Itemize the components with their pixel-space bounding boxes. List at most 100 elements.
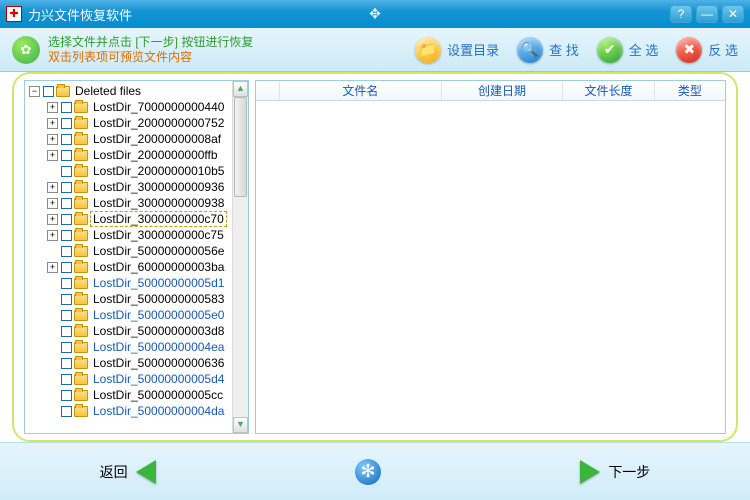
hint-line2: 双击列表项可预览文件内容 — [48, 50, 253, 65]
column-length[interactable]: 文件长度 — [563, 81, 654, 100]
scroll-up-button[interactable]: ▲ — [233, 81, 248, 97]
checkbox[interactable] — [61, 118, 72, 129]
tree-node[interactable]: LostDir_50000000005d1 — [25, 275, 248, 291]
tree-node[interactable]: +LostDir_2000000000ffb — [25, 147, 248, 163]
folder-icon — [74, 326, 88, 337]
folder-icon — [74, 166, 88, 177]
checkbox[interactable] — [61, 278, 72, 289]
expander-icon — [47, 278, 58, 289]
expander-icon[interactable]: − — [29, 86, 40, 97]
tree-node[interactable]: LostDir_5000000000636 — [25, 355, 248, 371]
expander-icon[interactable]: + — [47, 118, 58, 129]
tree-node[interactable]: LostDir_50000000004da — [25, 403, 248, 419]
checkbox[interactable] — [61, 374, 72, 385]
checkbox[interactable] — [61, 134, 72, 145]
tree-node[interactable]: +LostDir_60000000003ba — [25, 259, 248, 275]
checkbox[interactable] — [61, 390, 72, 401]
folder-icon — [74, 246, 88, 257]
back-button[interactable]: 返回 — [100, 460, 156, 484]
minimize-button[interactable]: — — [696, 5, 718, 23]
checkbox[interactable] — [61, 358, 72, 369]
file-list: 文件名 创建日期 文件长度 类型 — [255, 80, 726, 434]
tree-node[interactable]: +LostDir_20000000008af — [25, 131, 248, 147]
checkbox[interactable] — [61, 246, 72, 257]
checkbox[interactable] — [61, 342, 72, 353]
checkbox[interactable] — [61, 102, 72, 113]
checkbox[interactable] — [43, 86, 54, 97]
folder-icon — [74, 134, 88, 145]
tree-node[interactable]: +LostDir_3000000000c75 — [25, 227, 248, 243]
checkbox[interactable] — [61, 326, 72, 337]
folder-icon — [74, 342, 88, 353]
close-button[interactable]: ✕ — [722, 5, 744, 23]
expander-icon[interactable]: + — [47, 102, 58, 113]
folder-icon — [74, 214, 88, 225]
checkbox[interactable] — [61, 166, 72, 177]
checkbox[interactable] — [61, 262, 72, 273]
tree-node[interactable]: + LostDir_7000000000440 — [25, 99, 248, 115]
expander-icon[interactable]: + — [47, 262, 58, 273]
folder-icon — [74, 406, 88, 417]
checkbox[interactable] — [61, 310, 72, 321]
tree-node-label: LostDir_50000000005cc — [91, 388, 225, 402]
hint-icon — [12, 36, 40, 64]
checkbox[interactable] — [61, 214, 72, 225]
tree-node[interactable]: LostDir_50000000005cc — [25, 387, 248, 403]
tree-node[interactable]: +LostDir_3000000000938 — [25, 195, 248, 211]
column-name[interactable]: 文件名 — [280, 81, 442, 100]
checkbox[interactable] — [61, 150, 72, 161]
tree-node-label: LostDir_5000000000636 — [91, 356, 226, 370]
tree-node-label: Deleted files — [73, 84, 143, 98]
help-button[interactable]: ? — [670, 5, 692, 23]
set-directory-button[interactable]: 📁 设置目录 — [415, 37, 499, 63]
move-handle-icon[interactable]: ✥ — [369, 6, 381, 23]
list-header: 文件名 创建日期 文件长度 类型 — [256, 81, 725, 101]
tree-scrollbar[interactable]: ▲ ▼ — [232, 81, 248, 433]
expander-icon[interactable]: + — [47, 230, 58, 241]
folder-icon — [56, 86, 70, 97]
expander-icon[interactable]: + — [47, 150, 58, 161]
toolbar: 选择文件并点击 [下一步] 按钮进行恢复 双击列表项可预览文件内容 📁 设置目录… — [0, 28, 750, 72]
scroll-thumb[interactable] — [234, 97, 247, 197]
tree-node[interactable]: LostDir_50000000005d4 — [25, 371, 248, 387]
tree-node[interactable]: LostDir_50000000003d8 — [25, 323, 248, 339]
expander-icon[interactable]: + — [47, 214, 58, 225]
tree-node[interactable]: − Deleted files — [25, 83, 248, 99]
expander-icon[interactable]: + — [47, 134, 58, 145]
tree-node[interactable]: +LostDir_2000000000752 — [25, 115, 248, 131]
tree-node-label: LostDir_50000000005d1 — [91, 276, 226, 290]
column-date[interactable]: 创建日期 — [442, 81, 564, 100]
checkbox[interactable] — [61, 406, 72, 417]
checkbox[interactable] — [61, 198, 72, 209]
tree-node[interactable]: +LostDir_3000000000c70 — [25, 211, 248, 227]
tree-node[interactable]: LostDir_50000000005e0 — [25, 307, 248, 323]
column-type[interactable]: 类型 — [655, 81, 725, 100]
column-checkbox[interactable] — [256, 81, 280, 100]
invert-selection-button[interactable]: ✖ 反 选 — [676, 37, 738, 63]
checkbox[interactable] — [61, 230, 72, 241]
tree-node[interactable]: LostDir_50000000004ea — [25, 339, 248, 355]
tree-node-label: LostDir_5000000000583 — [91, 292, 226, 306]
expander-icon[interactable]: + — [47, 182, 58, 193]
folder-icon — [74, 278, 88, 289]
search-button[interactable]: 🔍 查 找 — [517, 37, 579, 63]
folder-tree[interactable]: −Deleted files+LostDir_7000000000440+Los… — [24, 80, 249, 434]
expander-icon — [47, 294, 58, 305]
check-icon: ✔ — [597, 37, 623, 63]
tree-node[interactable]: LostDir_20000000010b5 — [25, 163, 248, 179]
folder-icon: 📁 — [415, 37, 441, 63]
expander-icon — [47, 166, 58, 177]
tree-node[interactable]: LostDir_500000000056e — [25, 243, 248, 259]
tree-node[interactable]: LostDir_5000000000583 — [25, 291, 248, 307]
checkbox[interactable] — [61, 294, 72, 305]
settings-button[interactable] — [355, 459, 381, 485]
tree-node-label: LostDir_7000000000440 — [91, 100, 226, 114]
expander-icon — [47, 390, 58, 401]
next-button[interactable]: 下一步 — [580, 460, 650, 484]
tree-node[interactable]: +LostDir_3000000000936 — [25, 179, 248, 195]
app-icon — [6, 6, 22, 22]
expander-icon[interactable]: + — [47, 198, 58, 209]
checkbox[interactable] — [61, 182, 72, 193]
select-all-button[interactable]: ✔ 全 选 — [597, 37, 659, 63]
scroll-down-button[interactable]: ▼ — [233, 417, 248, 433]
